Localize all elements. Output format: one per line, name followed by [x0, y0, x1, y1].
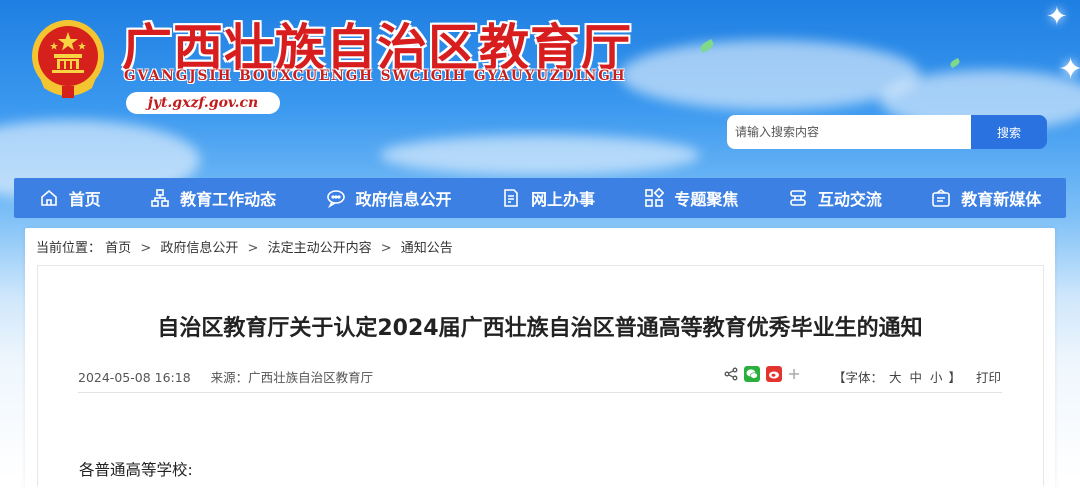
document-edit-icon	[501, 188, 521, 208]
print-link[interactable]: 打印	[976, 367, 1001, 386]
font-size-small[interactable]: 小	[930, 370, 943, 385]
breadcrumb: 当前位置： 首页 > 政府信息公开 > 法定主动公开内容 > 通知公告	[36, 237, 453, 256]
nav-item-label: 互动交流	[817, 190, 882, 209]
site-domain[interactable]: jyt.gxzf.gov.cn	[126, 92, 280, 114]
breadcrumb-item-notices[interactable]: 通知公告	[401, 241, 453, 256]
font-size-medium[interactable]: 中	[910, 370, 923, 385]
font-size-close: 】	[948, 370, 962, 385]
article-source: 广西壮族自治区教育厅	[248, 370, 374, 385]
nav-item-label: 教育工作动态	[180, 190, 277, 209]
source-label: 来源：	[210, 370, 249, 385]
nav-item-education-news[interactable]: 教育工作动态	[150, 186, 276, 210]
meta-divider	[78, 392, 1002, 393]
article-salutation: 各普通高等学校:	[79, 461, 193, 479]
nav-item-gov-info[interactable]: 政府信息公开	[326, 186, 452, 210]
breadcrumb-item-home[interactable]: 首页	[105, 241, 131, 256]
breadcrumb-item-statutory[interactable]: 法定主动公开内容	[268, 241, 372, 256]
article-meta: 2024-05-08 16:18 来源：广西壮族自治区教育厅	[78, 367, 373, 386]
breadcrumb-item-gov-info[interactable]: 政府信息公开	[160, 241, 238, 256]
nav-item-interaction[interactable]: 互动交流	[788, 186, 882, 210]
nav-item-new-media[interactable]: 教育新媒体	[931, 186, 1041, 210]
plus-icon[interactable]	[788, 368, 800, 380]
home-icon	[39, 188, 59, 208]
article-datetime: 2024-05-08 16:18	[78, 370, 191, 385]
search-button[interactable]: 搜索	[971, 115, 1047, 149]
article-title: 自治区教育厅关于认定2024届广西壮族自治区普通高等教育优秀毕业生的通知	[157, 316, 923, 341]
font-size-large[interactable]: 大	[889, 370, 902, 385]
breadcrumb-separator: >	[247, 241, 259, 256]
font-size-control: 【字体： 大 中 小 】	[833, 367, 961, 386]
main-nav: 首页 教育工作动态 政府信息公开 网上办事 专题聚焦 互动交流 教育新媒体	[14, 178, 1066, 218]
share-bar	[724, 366, 800, 382]
nav-item-home[interactable]: 首页	[39, 186, 101, 210]
breadcrumb-separator: >	[380, 241, 392, 256]
search-input[interactable]	[727, 115, 971, 149]
media-icon	[931, 188, 951, 208]
nav-item-label: 教育新媒体	[961, 190, 1042, 209]
breadcrumb-separator: >	[140, 241, 152, 256]
site-subtitle: GVANGJSIH BOUXCUENGH SWCIGIH GYAUYUZDING…	[124, 68, 627, 84]
nav-item-label: 网上办事	[530, 190, 595, 209]
font-size-label: 【字体：	[833, 370, 884, 385]
nav-item-online-services[interactable]: 网上办事	[501, 186, 595, 210]
grid-icon	[644, 188, 665, 208]
nav-item-label: 政府信息公开	[355, 190, 452, 209]
weibo-icon[interactable]	[766, 366, 782, 382]
exchange-icon	[788, 188, 808, 208]
nav-item-special-topics[interactable]: 专题聚焦	[644, 186, 738, 210]
network-icon	[150, 188, 170, 208]
share-icon[interactable]	[724, 367, 738, 381]
wechat-icon[interactable]	[744, 366, 760, 382]
chat-icon	[326, 188, 346, 208]
breadcrumb-prefix: 当前位置：	[36, 241, 102, 256]
nav-item-label: 专题聚焦	[674, 190, 739, 209]
national-emblem-icon	[30, 18, 106, 100]
nav-item-label: 首页	[68, 190, 101, 209]
